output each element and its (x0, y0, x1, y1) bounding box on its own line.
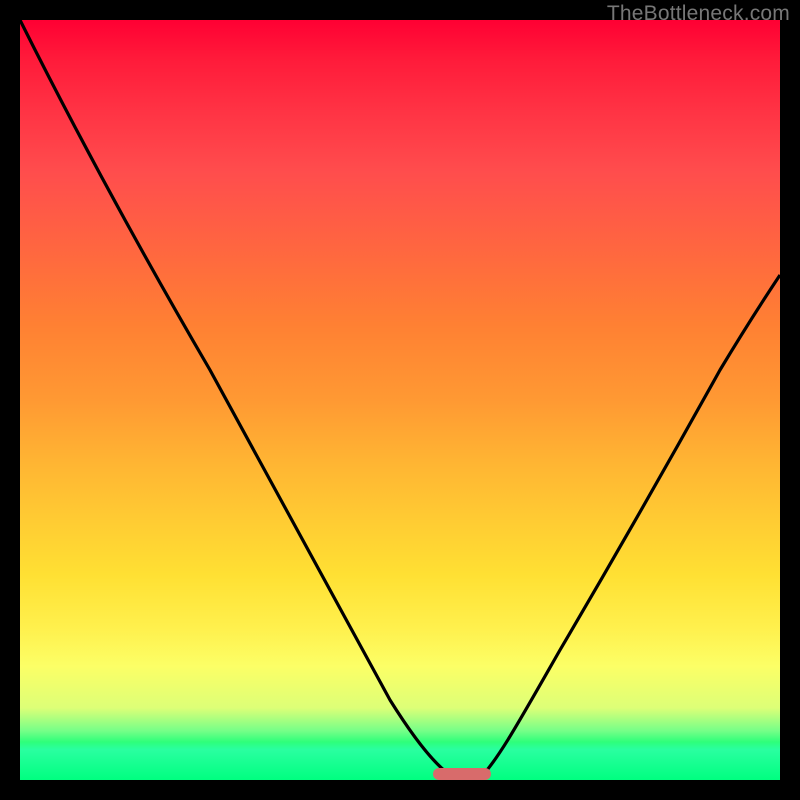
curve-right-branch (480, 275, 780, 778)
chart-frame: TheBottleneck.com (0, 0, 800, 800)
plot-area (20, 20, 780, 780)
optimal-range-marker (433, 768, 491, 780)
bottleneck-curve (20, 20, 780, 780)
curve-left-branch (20, 20, 455, 778)
watermark-text: TheBottleneck.com (607, 2, 790, 26)
